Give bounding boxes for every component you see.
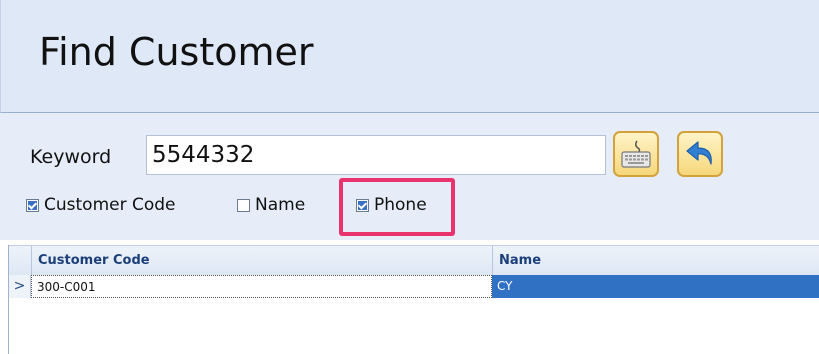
table-row[interactable]: > 300-C001 CY: [9, 275, 819, 298]
customer-code-checkbox-label: Customer Code: [44, 195, 176, 215]
cell-customer-code[interactable]: 300-C001: [31, 275, 492, 298]
cell-name[interactable]: CY: [492, 275, 819, 298]
name-checkbox[interactable]: Name: [237, 195, 305, 215]
keyword-label: Keyword: [30, 146, 112, 168]
customer-grid: Customer Code Name > 300-C001 CY: [8, 245, 819, 354]
phone-highlight-box: [339, 178, 455, 236]
keyword-input[interactable]: [146, 135, 606, 175]
checkbox-box[interactable]: [237, 198, 250, 212]
keyboard-button[interactable]: [613, 131, 659, 177]
row-indicator-icon: >: [9, 275, 31, 298]
back-button[interactable]: [677, 131, 723, 177]
page-title: Find Customer: [39, 30, 314, 74]
grid-header: Customer Code Name: [9, 245, 819, 276]
customer-code-checkbox[interactable]: Customer Code: [26, 195, 176, 215]
name-checkbox-label: Name: [255, 195, 306, 215]
column-header-customer-code[interactable]: Customer Code: [31, 246, 492, 275]
column-header-name[interactable]: Name: [492, 246, 819, 275]
back-arrow-icon: [686, 141, 712, 165]
row-indicator-header: [9, 246, 31, 275]
checkbox-box[interactable]: [26, 198, 39, 212]
keyboard-icon: [621, 140, 651, 168]
page-header: Find Customer: [0, 0, 819, 113]
